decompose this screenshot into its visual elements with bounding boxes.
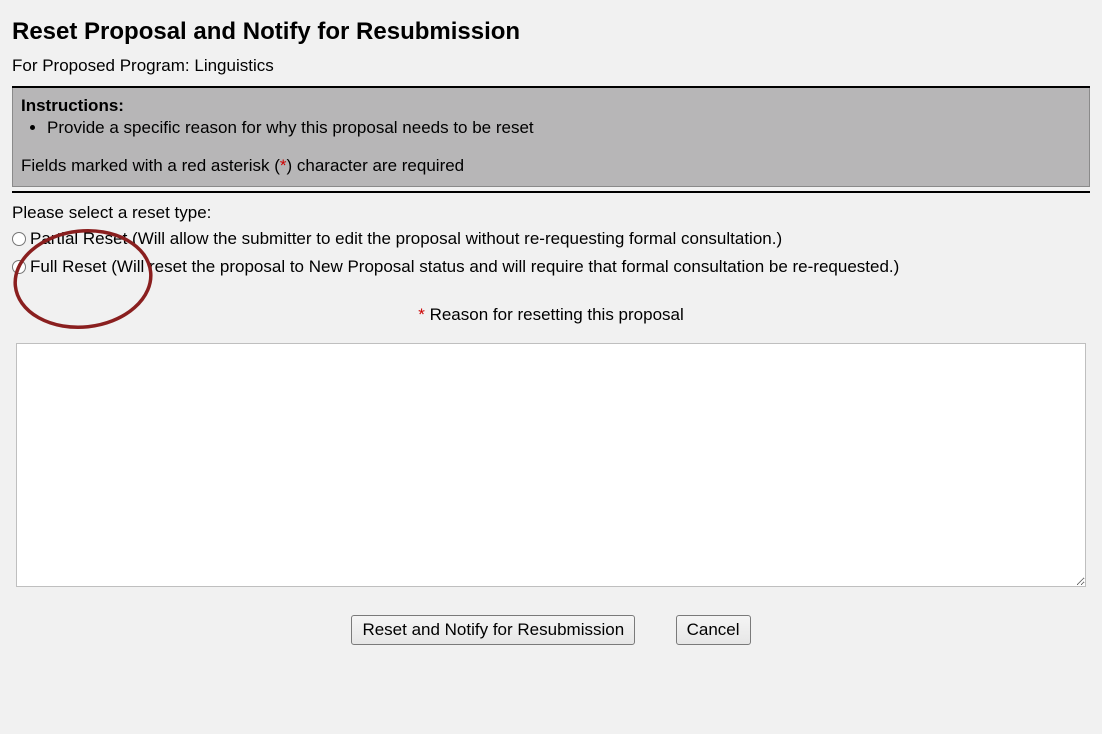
required-asterisk: *: [280, 156, 287, 175]
reset-type-option-partial[interactable]: Partial Reset (Will allow the submitter …: [12, 229, 1090, 249]
program-name: Linguistics: [194, 56, 273, 75]
reset-type-option-full[interactable]: Full Reset (Will reset the proposal to N…: [12, 257, 1090, 277]
instructions-list: Provide a specific reason for why this p…: [47, 118, 1079, 138]
instructions-label: Instructions:: [21, 96, 1079, 116]
reset-type-prompt: Please select a reset type:: [12, 203, 1090, 223]
radio-full-label: Full Reset (Will reset the proposal to N…: [30, 257, 899, 277]
required-note-post: ) character are required: [287, 156, 465, 175]
page-title: Reset Proposal and Notify for Resubmissi…: [12, 18, 1090, 46]
reason-label-row: * Reason for resetting this proposal: [12, 305, 1090, 325]
reason-asterisk: *: [418, 305, 425, 324]
subtitle: For Proposed Program: Linguistics: [12, 56, 1090, 76]
radio-full-reset[interactable]: [12, 260, 26, 274]
cancel-button[interactable]: Cancel: [676, 615, 751, 645]
button-row: Reset and Notify for Resubmission Cancel: [12, 615, 1090, 645]
reason-textarea[interactable]: [16, 343, 1086, 587]
instructions-box: Instructions: Provide a specific reason …: [12, 88, 1090, 187]
reset-and-notify-button[interactable]: Reset and Notify for Resubmission: [351, 615, 635, 645]
subtitle-prefix: For Proposed Program:: [12, 56, 194, 75]
form-container: Reset Proposal and Notify for Resubmissi…: [0, 0, 1102, 645]
reset-type-section: Please select a reset type: Partial Rese…: [6, 203, 1090, 277]
radio-partial-reset[interactable]: [12, 232, 26, 246]
instructions-item: Provide a specific reason for why this p…: [47, 118, 1079, 138]
reason-label: Reason for resetting this proposal: [425, 305, 684, 324]
required-note: Fields marked with a red asterisk (*) ch…: [21, 156, 1079, 176]
divider-instructions: [12, 191, 1090, 193]
required-note-pre: Fields marked with a red asterisk (: [21, 156, 280, 175]
radio-partial-label: Partial Reset (Will allow the submitter …: [30, 229, 782, 249]
